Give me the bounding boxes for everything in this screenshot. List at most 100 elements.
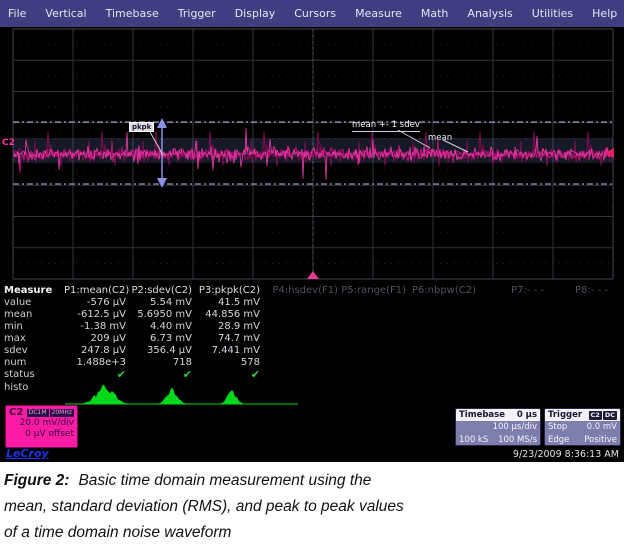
cell-sdev-p2: 356.4 µV xyxy=(126,345,192,357)
channel-offset: 0 µV offset xyxy=(9,429,74,440)
param-header-p3[interactable]: P3:pkpk(C2) xyxy=(192,285,260,297)
cell-min-p4 xyxy=(260,321,338,333)
timebase-descriptor-box[interactable]: Timebase 0 µs 100 µs/div 100 kS 100 MS/s xyxy=(455,408,541,446)
trigger-descriptor-box[interactable]: Trigger C2DC Stop 0.0 mV Edge Positive xyxy=(544,408,621,446)
oscilloscope-screenshot: File Vertical Timebase Trigger Display Cursor… xyxy=(0,0,624,547)
channel-coupling-badges: DC1M20MHz xyxy=(27,409,74,417)
pkpk-annotation: pkpk xyxy=(129,122,154,132)
cell-value-p5 xyxy=(338,297,406,309)
cell-max-p1: 209 µV xyxy=(64,333,126,345)
cell-value-p7 xyxy=(476,297,544,309)
trigger-badge: DC xyxy=(603,411,617,420)
cell-value-p6 xyxy=(406,297,476,309)
status-check-p3: ✔ xyxy=(192,369,260,381)
channel-volts-per-div: 20.0 mV/div xyxy=(9,418,74,429)
figure-caption: Figure 2:Basic time domain measurement u… xyxy=(0,462,624,547)
cell-max-p5 xyxy=(338,333,406,345)
caption-line-1: Figure 2:Basic time domain measurement u… xyxy=(4,468,620,494)
cell-mean-p5 xyxy=(338,309,406,321)
datetime-display: 9/23/2009 8:36:13 AM xyxy=(513,449,619,460)
menu-item-math[interactable]: Math xyxy=(421,7,449,20)
status-check-p5 xyxy=(338,369,406,381)
cell-num-p7 xyxy=(476,357,544,369)
lecroy-logo: LeCroy xyxy=(6,447,49,460)
caption-figure-label: Figure 2: xyxy=(4,472,69,489)
menu-item-file[interactable]: File xyxy=(8,7,26,20)
mean-sdev-annotation: mean +- 1 sdev xyxy=(352,120,420,132)
status-check-p8 xyxy=(544,369,608,381)
param-header-p5[interactable]: P5:range(F1) xyxy=(338,285,406,297)
channel-c2-descriptor-box[interactable]: C2 DC1M20MHz 20.0 mV/div 0 µV offset xyxy=(5,405,78,448)
trigger-type: Edge xyxy=(548,434,569,446)
cell-sdev-p4 xyxy=(260,345,338,357)
cell-mean-p7 xyxy=(476,309,544,321)
cell-value-p4 xyxy=(260,297,338,309)
cell-value-p3: 41.5 mV xyxy=(192,297,260,309)
cell-min-p2: 4.40 mV xyxy=(126,321,192,333)
cell-sdev-p8 xyxy=(544,345,608,357)
cell-num-p8 xyxy=(544,357,608,369)
cell-mean-p6 xyxy=(406,309,476,321)
timebase-rate: 100 MS/s xyxy=(498,434,537,446)
timebase-per-div: 100 µs/div xyxy=(493,421,537,434)
trigger-level: 0.0 mV xyxy=(587,421,617,434)
menu-item-display[interactable]: Display xyxy=(235,7,276,20)
measure-table: MeasureP1:mean(C2)P2:sdev(C2)P3:pkpk(C2)… xyxy=(4,285,608,381)
cell-sdev-p1: 247.8 µV xyxy=(64,345,126,357)
menu-item-analysis[interactable]: Analysis xyxy=(467,7,512,20)
caption-line-2: mean, standard deviation (RMS), and peak… xyxy=(4,494,620,520)
param-header-p1[interactable]: P1:mean(C2) xyxy=(64,285,126,297)
menu-item-cursors[interactable]: Cursors xyxy=(294,7,336,20)
status-check-p6 xyxy=(406,369,476,381)
menu-item-help[interactable]: Help xyxy=(592,7,617,20)
row-label-sdev: sdev xyxy=(4,345,64,357)
menu-item-vertical[interactable]: Vertical xyxy=(45,7,86,20)
trigger-title: Trigger xyxy=(548,410,582,420)
cell-value-p1: -576 µV xyxy=(64,297,126,309)
status-check-p7 xyxy=(476,369,544,381)
graticule-and-waveform xyxy=(0,27,624,462)
menu-bar: File Vertical Timebase Trigger Display Cursor… xyxy=(0,0,624,27)
cell-mean-p8 xyxy=(544,309,608,321)
cell-mean-p1: -612.5 µV xyxy=(64,309,126,321)
status-check-p4 xyxy=(260,369,338,381)
param-header-p6[interactable]: P6:nbpw(C2) xyxy=(406,285,476,297)
cell-num-p4 xyxy=(260,357,338,369)
row-label-num: num xyxy=(4,357,64,369)
cell-num-p6 xyxy=(406,357,476,369)
cell-mean-p3: 44.856 mV xyxy=(192,309,260,321)
cell-min-p7 xyxy=(476,321,544,333)
cell-num-p5 xyxy=(338,357,406,369)
status-check-p2: ✔ xyxy=(126,369,192,381)
cell-value-p8 xyxy=(544,297,608,309)
cell-min-p5 xyxy=(338,321,406,333)
timebase-title: Timebase xyxy=(459,410,505,420)
param-header-p7[interactable]: P7:- - - xyxy=(476,285,544,297)
cell-max-p6 xyxy=(406,333,476,345)
row-label-min: min xyxy=(4,321,64,333)
menu-item-utilities[interactable]: Utilities xyxy=(532,7,573,20)
row-label-mean: mean xyxy=(4,309,64,321)
measure-table-title: Measure xyxy=(4,285,64,297)
param-header-p2[interactable]: P2:sdev(C2) xyxy=(126,285,192,297)
menu-item-trigger[interactable]: Trigger xyxy=(178,7,216,20)
timebase-delay: 0 µs xyxy=(517,410,537,420)
cell-mean-p4 xyxy=(260,309,338,321)
caption-line-3: of a time domain noise waveform xyxy=(4,520,620,546)
cell-min-p8 xyxy=(544,321,608,333)
cell-sdev-p5 xyxy=(338,345,406,357)
cell-min-p1: -1.38 mV xyxy=(64,321,126,333)
menu-item-measure[interactable]: Measure xyxy=(355,7,402,20)
scope-display: pkpk mean +- 1 sdev mean C2 MeasureP1:me… xyxy=(0,27,624,462)
cell-max-p2: 6.73 mV xyxy=(126,333,192,345)
status-check-p1: ✔ xyxy=(64,369,126,381)
menu-item-timebase[interactable]: Timebase xyxy=(106,7,159,20)
param-header-p4[interactable]: P4:hsdev(F1) xyxy=(260,285,338,297)
channel-name: C2 xyxy=(9,407,23,418)
trigger-mode: Stop xyxy=(548,421,567,434)
trigger-badge: C2 xyxy=(589,411,602,420)
channel-badge: DC1M xyxy=(27,409,49,417)
param-header-p8[interactable]: P8:- - - xyxy=(544,285,608,297)
cell-num-p3: 578 xyxy=(192,357,260,369)
cell-max-p7 xyxy=(476,333,544,345)
